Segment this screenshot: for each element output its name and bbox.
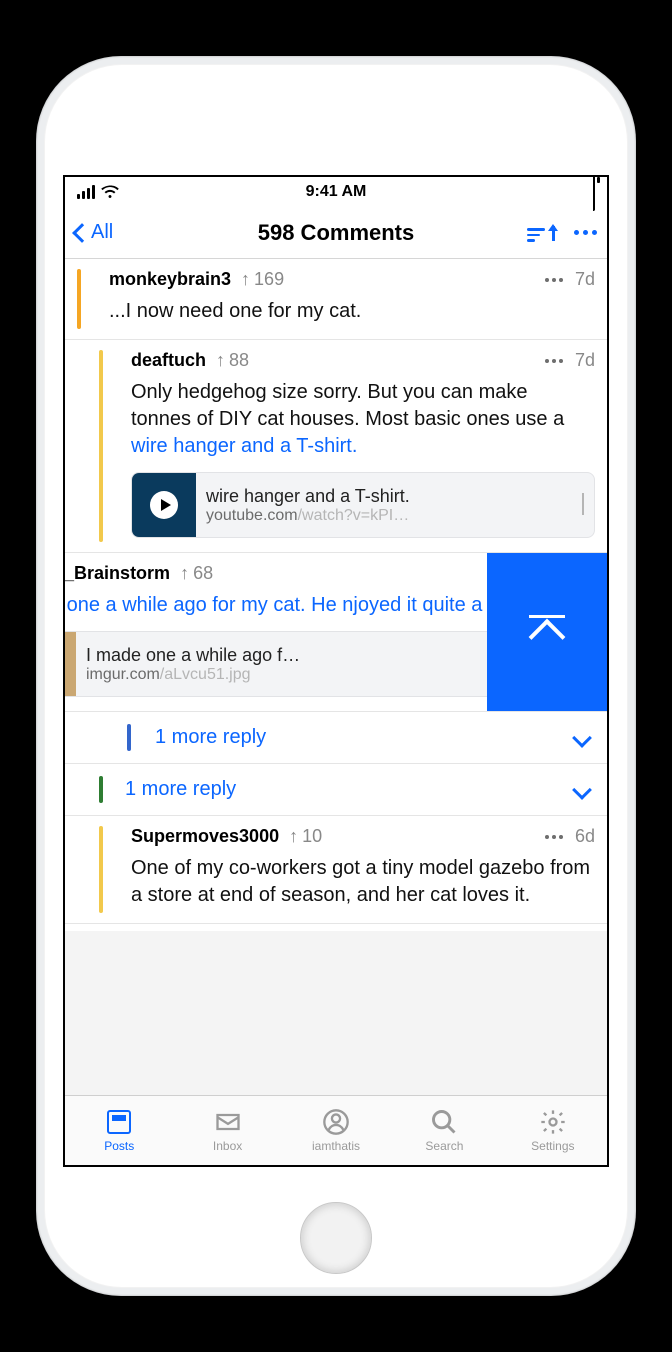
comment-more-button[interactable]	[545, 278, 563, 282]
comment[interactable]: deaftuch ↑ 88 7d Only hedgehog size sorr…	[65, 339, 607, 552]
upvote-arrow-icon: ↑	[180, 563, 189, 584]
expand-replies-button[interactable]: 1 more reply	[65, 763, 607, 815]
card-title: wire hanger and a T-shirt.	[206, 486, 562, 507]
chevron-down-icon	[572, 780, 592, 800]
back-button[interactable]: All	[75, 221, 113, 244]
tab-search[interactable]: Search	[390, 1096, 498, 1165]
inline-link[interactable]: wire hanger and a T-shirt.	[131, 435, 357, 457]
comment-score: 68	[193, 563, 213, 584]
upvote-arrow-icon: ↑	[216, 350, 225, 371]
card-url: youtube.com/watch?v=kPI…	[206, 507, 562, 525]
chevron-left-icon	[72, 223, 92, 243]
tab-label: Settings	[531, 1139, 574, 1153]
comment-text: Only hedgehog size sorry. But you can ma…	[131, 381, 564, 430]
card-url: imgur.com/aLvcu51.jpg	[86, 666, 506, 684]
tab-profile[interactable]: iamthatis	[282, 1096, 390, 1165]
upvote-arrow-icon: ↑	[289, 826, 298, 847]
posts-icon	[107, 1110, 131, 1134]
comment-age: 7d	[575, 269, 595, 290]
home-button[interactable]	[300, 1202, 372, 1274]
comment-author[interactable]: monkeybrain3	[109, 269, 231, 290]
play-icon	[150, 491, 178, 519]
comment-swiped[interactable]: eneral_Brainstorm ↑ 68 7d made one a whi…	[65, 552, 607, 711]
tab-label: Search	[425, 1139, 463, 1153]
phone-frame: 9:41 AM All 598 Comments	[36, 56, 636, 1296]
tab-bar: Posts Inbox iamthatis Search Settings	[65, 1095, 607, 1165]
comment-age: 6d	[575, 826, 595, 847]
tab-label: Inbox	[213, 1139, 242, 1153]
comment-author[interactable]: eneral_Brainstorm	[65, 563, 170, 584]
swipe-upvote-action[interactable]	[487, 553, 607, 711]
comment-score: 88	[229, 350, 249, 371]
tab-inbox[interactable]: Inbox	[173, 1096, 281, 1165]
inbox-icon	[214, 1108, 242, 1136]
comment-score: 169	[254, 269, 284, 290]
tab-label: iamthatis	[312, 1139, 360, 1153]
comment[interactable]: monkeybrain3 ↑ 169 7d ...I now need one …	[65, 259, 607, 339]
comment-body-link[interactable]: made one a while ago for my cat. He njoy…	[65, 584, 539, 619]
expand-replies-button[interactable]: 1 more reply	[65, 711, 607, 763]
nav-header: All 598 Comments	[65, 207, 607, 259]
card-title: I made one a while ago f…	[86, 645, 506, 666]
comment-body: Only hedgehog size sorry. But you can ma…	[115, 371, 595, 460]
upvote-icon	[529, 615, 565, 650]
chevron-down-icon	[572, 728, 592, 748]
battery-icon	[593, 175, 595, 210]
tab-label: Posts	[104, 1139, 134, 1153]
image-thumbnail	[65, 632, 76, 696]
tab-posts[interactable]: Posts	[65, 1096, 173, 1165]
sort-button[interactable]	[527, 224, 558, 242]
signal-icon	[77, 185, 95, 199]
app-screen: 9:41 AM All 598 Comments	[63, 175, 609, 1167]
more-button[interactable]	[574, 230, 597, 235]
settings-icon	[539, 1108, 567, 1136]
upvote-arrow-icon: ↑	[241, 269, 250, 290]
comment-author[interactable]: deaftuch	[131, 350, 206, 371]
more-reply-label: 1 more reply	[125, 778, 236, 801]
comment-score: 10	[302, 826, 322, 847]
page-title: 598 Comments	[258, 220, 415, 246]
status-time: 9:41 AM	[306, 183, 367, 201]
comment-more-button[interactable]	[545, 835, 563, 839]
comment-body: ...I now need one for my cat.	[93, 290, 595, 325]
link-preview-card[interactable]: wire hanger and a T-shirt. youtube.com/w…	[131, 472, 595, 538]
wifi-icon	[101, 185, 119, 199]
comment-body: One of my co-workers got a tiny model ga…	[115, 847, 595, 909]
more-reply-label: 1 more reply	[155, 726, 266, 749]
link-preview-card[interactable]: I made one a while ago f… imgur.com/aLvc…	[65, 631, 539, 697]
comment-more-button[interactable]	[545, 359, 563, 363]
comment[interactable]: Supermoves3000 ↑ 10 6d One of my co-work…	[65, 815, 607, 923]
comment-list[interactable]: monkeybrain3 ↑ 169 7d ...I now need one …	[65, 259, 607, 1095]
comment-age: 7d	[575, 350, 595, 371]
status-bar: 9:41 AM	[65, 177, 607, 207]
sort-arrow-up-icon	[548, 224, 558, 242]
profile-icon	[322, 1108, 350, 1136]
search-icon	[430, 1108, 458, 1136]
video-thumbnail	[132, 473, 196, 537]
back-label: All	[91, 221, 113, 244]
sort-lines-icon	[527, 228, 545, 242]
chevron-right-icon	[582, 493, 584, 515]
tab-settings[interactable]: Settings	[499, 1096, 607, 1165]
comment-author[interactable]: Supermoves3000	[131, 826, 279, 847]
